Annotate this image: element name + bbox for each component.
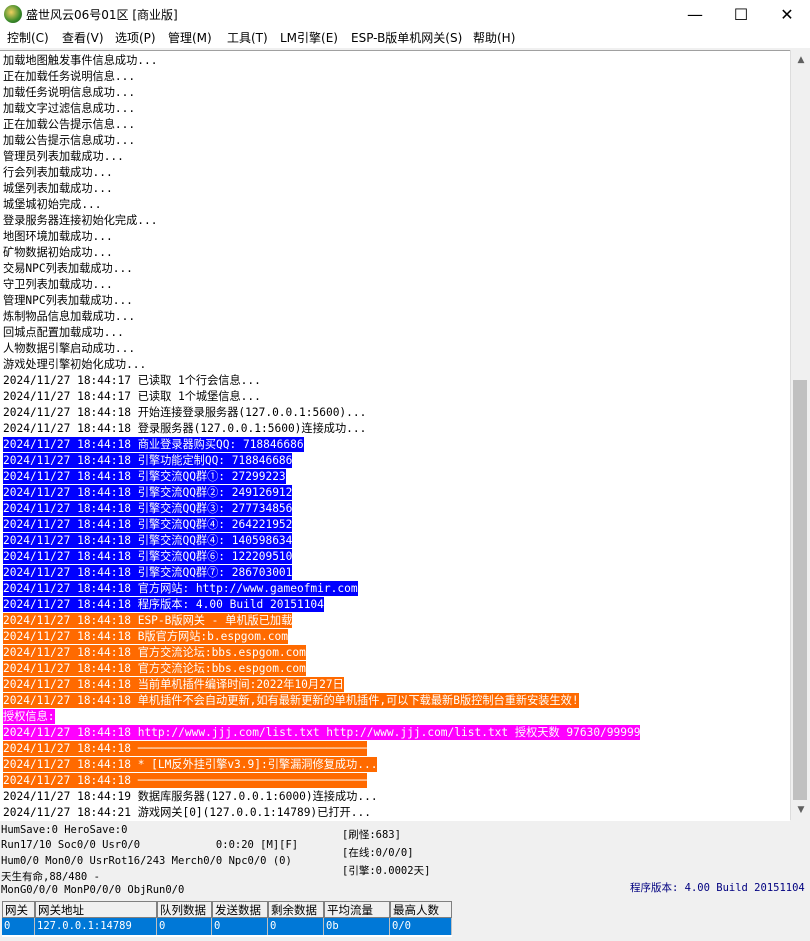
title-bar: 盛世风云06号01区 [商业版] — ☐ ✕ bbox=[0, 0, 810, 28]
version-label: 程序版本: 4.00 Build 20151104 bbox=[630, 882, 805, 894]
log-line: 行会列表加载成功... bbox=[3, 166, 113, 179]
log-line: 2024/11/27 18:44:18 开始连接登录服务器(127.0.0.1:… bbox=[3, 406, 367, 419]
log-line: 2024/11/27 18:44:18 引擎功能定制QQ: 718846686 bbox=[3, 453, 293, 468]
log-line: 2024/11/27 18:44:18 引擎交流QQ群④: 264221952 bbox=[3, 517, 293, 532]
table-cell[interactable]: 0 bbox=[157, 918, 212, 935]
table-cell[interactable]: 0 bbox=[2, 918, 35, 935]
column-header-avg-traffic[interactable]: 平均流量 bbox=[324, 901, 390, 918]
log-line: 2024/11/27 18:44:18 B版官方网站:b.espgom.com bbox=[3, 629, 288, 644]
log-line: 管理NPC列表加载成功... bbox=[3, 294, 133, 307]
log-line: 交易NPC列表加载成功... bbox=[3, 262, 133, 275]
log-line: 加载任务说明信息成功... bbox=[3, 86, 136, 99]
table-cell[interactable]: 0b bbox=[324, 918, 390, 935]
log-line: 2024/11/27 18:44:18 引擎交流QQ群④: 140598634 bbox=[3, 533, 293, 548]
log-line: 人物数据引擎启动成功... bbox=[3, 342, 136, 355]
log-line: 2024/11/27 18:44:17 已读取 1个行会信息... bbox=[3, 374, 261, 387]
column-header-queue[interactable]: 队列数据 bbox=[157, 901, 212, 918]
menu-tools[interactable]: 工具(T) bbox=[227, 29, 268, 46]
window-title: 盛世风云06号01区 [商业版] bbox=[26, 8, 178, 22]
log-line: 2024/11/27 18:44:18 http://www.jjj.com/l… bbox=[3, 725, 641, 740]
log-line: 2024/11/27 18:44:19 数据库服务器(127.0.0.1:600… bbox=[3, 790, 378, 803]
menu-help[interactable]: 帮助(H) bbox=[473, 29, 515, 46]
log-line: 2024/11/27 18:44:18 官方交流论坛:bbs.espgom.co… bbox=[3, 661, 306, 676]
column-header-remaining[interactable]: 剩余数据 bbox=[268, 901, 324, 918]
menu-bar: 控制(C) 查看(V) 选项(P) 管理(M) 工具(T) LM引擎(E) ES… bbox=[0, 28, 810, 48]
log-line: 炼制物品信息加载成功... bbox=[3, 310, 136, 323]
log-line: 加载地图触发事件信息成功... bbox=[3, 54, 158, 67]
status-run: Run17/10 Soc0/0 Usr0/0 0:0:20 [M][F] bbox=[1, 839, 299, 851]
status-mon: MonG0/0/0 MonP0/0/0 ObjRun0/0 bbox=[1, 884, 185, 896]
log-line: 2024/11/27 18:44:18 引擎交流QQ群⑥: 122209510 bbox=[3, 549, 293, 564]
log-line: 守卫列表加载成功... bbox=[3, 278, 113, 291]
status-panel: HumSave:0 HeroSave:0 Run17/10 Soc0/0 Usr… bbox=[0, 822, 810, 898]
scroll-thumb[interactable] bbox=[793, 380, 807, 800]
log-line: 加载文字过滤信息成功... bbox=[3, 102, 136, 115]
column-header-address[interactable]: 网关地址 bbox=[35, 901, 157, 918]
column-header-gateway[interactable]: 网关 bbox=[2, 901, 35, 918]
status-player: 天生有命,88/480 - bbox=[1, 871, 100, 883]
log-line: 2024/11/27 18:44:18 * [LM反外挂引擎v3.9]:引擎漏洞… bbox=[3, 757, 378, 772]
minimize-button[interactable]: — bbox=[672, 0, 718, 28]
status-save: HumSave:0 HeroSave:0 bbox=[1, 824, 128, 836]
log-line: 城堡城初始完成... bbox=[3, 198, 102, 211]
log-line: 2024/11/27 18:44:18 引擎交流QQ群⑦: 286703001 bbox=[3, 565, 293, 580]
table-cell[interactable]: 127.0.0.1:14789 bbox=[35, 918, 157, 935]
log-line: 加载公告提示信息成功... bbox=[3, 134, 136, 147]
log-line: 管理员列表加载成功... bbox=[3, 150, 124, 163]
log-panel[interactable]: 加载地图触发事件信息成功... 正在加载任务说明信息... 加载任务说明信息成功..… bbox=[0, 50, 790, 821]
log-line: 正在加载公告提示信息... bbox=[3, 118, 136, 131]
menu-view[interactable]: 查看(V) bbox=[62, 29, 104, 46]
menu-manage[interactable]: 管理(M) bbox=[168, 29, 212, 46]
close-button[interactable]: ✕ bbox=[764, 0, 810, 28]
menu-lm-engine[interactable]: LM引擎(E) bbox=[280, 29, 338, 46]
menu-control[interactable]: 控制(C) bbox=[7, 29, 49, 46]
app-icon bbox=[4, 5, 22, 23]
log-line: 授权信息: bbox=[3, 709, 55, 724]
table-cell[interactable]: 0 bbox=[212, 918, 268, 935]
log-line: 2024/11/27 18:44:18 程序版本: 4.00 Build 201… bbox=[3, 597, 324, 612]
online-label: [在线:0/0/0] bbox=[342, 847, 414, 859]
menu-esp-gateway[interactable]: ESP-B版单机网关(S) bbox=[351, 29, 462, 46]
column-header-max-users[interactable]: 最高人数 bbox=[390, 901, 452, 918]
table-cell[interactable]: 0/0 bbox=[390, 918, 452, 935]
log-line: 2024/11/27 18:44:18 当前单机插件编译时间:2022年10月2… bbox=[3, 677, 344, 692]
log-line: 2024/11/27 18:44:18 官方交流论坛:bbs.espgom.co… bbox=[3, 645, 306, 660]
log-line: 2024/11/27 18:44:18 ESP-B版网关 - 单机版已加载 bbox=[3, 613, 293, 628]
status-hum: Hum0/0 Mon0/0 UsrRot16/243 Merch0/0 Npc0… bbox=[1, 855, 292, 867]
log-line: 游戏处理引擎初始化成功... bbox=[3, 358, 147, 371]
log-line: 2024/11/27 18:44:18 官方网站: http://www.gam… bbox=[3, 581, 358, 596]
log-line: 地图环境加载成功... bbox=[3, 230, 113, 243]
log-line: 2024/11/27 18:44:21 游戏网关[0](127.0.0.1:14… bbox=[3, 806, 371, 819]
log-line: 城堡列表加载成功... bbox=[3, 182, 113, 195]
log-line: 2024/11/27 18:44:18 引擎交流QQ群②: 249126912 bbox=[3, 485, 293, 500]
log-line: 2024/11/27 18:44:18 ────────────────────… bbox=[3, 741, 367, 756]
engine-label: [引擎:0.0002天] bbox=[342, 865, 431, 877]
log-line: 2024/11/27 18:44:18 单机插件不会自动更新,如有最新更新的单机… bbox=[3, 693, 579, 708]
log-line: 2024/11/27 18:44:18 ────────────────────… bbox=[3, 773, 367, 788]
log-line: 回城点配置加载成功... bbox=[3, 326, 124, 339]
scroll-up-arrow-icon[interactable]: ▲ bbox=[791, 52, 810, 68]
column-header-sent[interactable]: 发送数据 bbox=[212, 901, 268, 918]
table-cell[interactable]: 0 bbox=[268, 918, 324, 935]
log-line: 2024/11/27 18:44:18 引擎交流QQ群①: 27299223 bbox=[3, 469, 286, 484]
maximize-button[interactable]: ☐ bbox=[718, 0, 764, 28]
menu-options[interactable]: 选项(P) bbox=[115, 29, 156, 46]
log-line: 2024/11/27 18:44:17 已读取 1个城堡信息... bbox=[3, 390, 261, 403]
refresh-monster-label: [刷怪:683] bbox=[342, 829, 401, 841]
log-scrollbar[interactable]: ▲ ▼ bbox=[790, 50, 810, 820]
log-line: 2024/11/27 18:44:18 商业登录器购买QQ: 718846686 bbox=[3, 437, 304, 452]
log-line: 2024/11/27 18:44:18 引擎交流QQ群③: 277734856 bbox=[3, 501, 293, 516]
log-line: 登录服务器连接初始化完成... bbox=[3, 214, 158, 227]
scroll-down-arrow-icon[interactable]: ▼ bbox=[791, 802, 810, 818]
log-line: 矿物数据初始成功... bbox=[3, 246, 113, 259]
gateway-table: 网关 网关地址 队列数据 发送数据 剩余数据 平均流量 最高人数 0 127.0… bbox=[2, 901, 452, 937]
log-line: 2024/11/27 18:44:18 登录服务器(127.0.0.1:5600… bbox=[3, 422, 367, 435]
log-line: 正在加载任务说明信息... bbox=[3, 70, 136, 83]
